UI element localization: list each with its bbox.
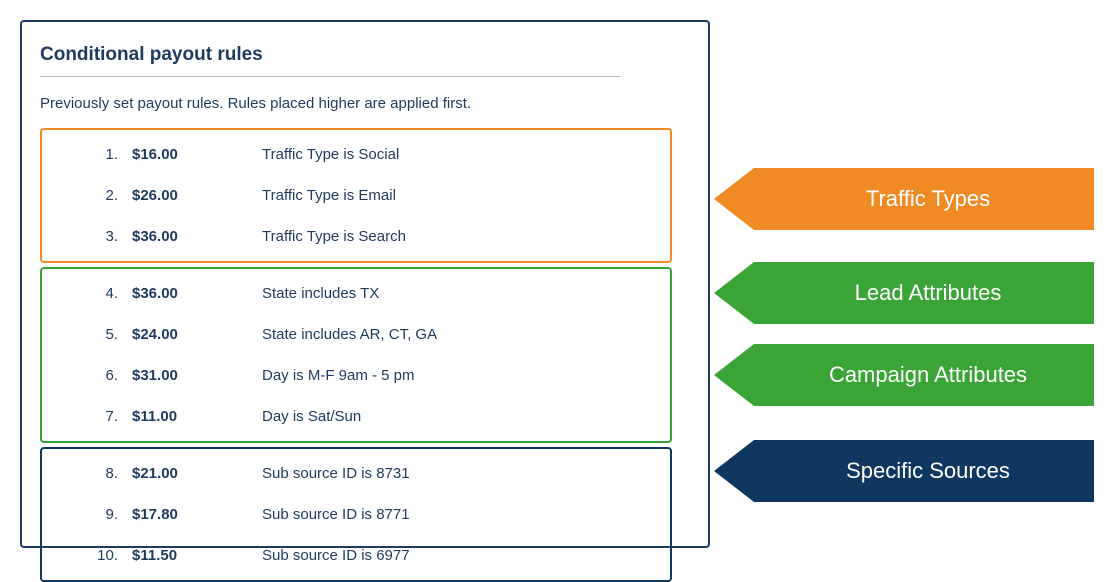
panel-subtitle: Previously set payout rules. Rules place… bbox=[40, 95, 690, 112]
rule-amount: $26.00 bbox=[132, 187, 262, 204]
rule-index: 5. bbox=[42, 326, 132, 343]
rule-condition: State includes TX bbox=[262, 285, 670, 302]
rule-row: 1. $16.00 Traffic Type is Social bbox=[42, 134, 670, 175]
rule-row: 5. $24.00 State includes AR, CT, GA bbox=[42, 314, 670, 355]
rule-row: 7. $11.00 Day is Sat/Sun bbox=[42, 396, 670, 437]
rule-amount: $24.00 bbox=[132, 326, 262, 343]
rule-condition: Day is M-F 9am - 5 pm bbox=[262, 367, 670, 384]
rule-row: 6. $31.00 Day is M-F 9am - 5 pm bbox=[42, 355, 670, 396]
rule-row: 4. $36.00 State includes TX bbox=[42, 273, 670, 314]
rules-panel: Conditional payout rules Previously set … bbox=[20, 20, 710, 548]
callout-label: Campaign Attributes bbox=[774, 344, 1082, 406]
rule-row: 8. $21.00 Sub source ID is 8731 bbox=[42, 453, 670, 494]
callout-lead-attributes: Lead Attributes bbox=[714, 262, 1094, 324]
callout-traffic-types: Traffic Types bbox=[714, 168, 1094, 230]
rule-amount: $36.00 bbox=[132, 285, 262, 302]
rule-condition: Sub source ID is 8771 bbox=[262, 506, 670, 523]
rule-condition: Traffic Type is Social bbox=[262, 146, 670, 163]
rule-row: 9. $17.80 Sub source ID is 8771 bbox=[42, 494, 670, 535]
rule-index: 4. bbox=[42, 285, 132, 302]
rule-condition: Sub source ID is 8731 bbox=[262, 465, 670, 482]
rule-amount: $31.00 bbox=[132, 367, 262, 384]
rule-index: 6. bbox=[42, 367, 132, 384]
rule-row: 10. $11.50 Sub source ID is 6977 bbox=[42, 535, 670, 576]
rule-condition: Traffic Type is Email bbox=[262, 187, 670, 204]
rule-condition: Sub source ID is 6977 bbox=[262, 547, 670, 564]
rule-index: 10. bbox=[42, 547, 132, 564]
rule-amount: $36.00 bbox=[132, 228, 262, 245]
rule-index: 3. bbox=[42, 228, 132, 245]
rule-amount: $21.00 bbox=[132, 465, 262, 482]
rule-index: 1. bbox=[42, 146, 132, 163]
panel-title: Conditional payout rules bbox=[40, 44, 620, 77]
rule-condition: Day is Sat/Sun bbox=[262, 408, 670, 425]
rule-group-attributes: 4. $36.00 State includes TX 5. $24.00 St… bbox=[40, 267, 672, 443]
rule-index: 9. bbox=[42, 506, 132, 523]
rule-amount: $16.00 bbox=[132, 146, 262, 163]
rule-index: 7. bbox=[42, 408, 132, 425]
rule-index: 2. bbox=[42, 187, 132, 204]
callout-label: Specific Sources bbox=[774, 440, 1082, 502]
rule-amount: $17.80 bbox=[132, 506, 262, 523]
rule-index: 8. bbox=[42, 465, 132, 482]
rule-condition: State includes AR, CT, GA bbox=[262, 326, 670, 343]
rule-row: 2. $26.00 Traffic Type is Email bbox=[42, 175, 670, 216]
callout-label: Traffic Types bbox=[774, 168, 1082, 230]
rule-row: 3. $36.00 Traffic Type is Search bbox=[42, 216, 670, 257]
rule-group-sources: 8. $21.00 Sub source ID is 8731 9. $17.8… bbox=[40, 447, 672, 582]
callout-label: Lead Attributes bbox=[774, 262, 1082, 324]
callout-specific-sources: Specific Sources bbox=[714, 440, 1094, 502]
rule-condition: Traffic Type is Search bbox=[262, 228, 670, 245]
rule-amount: $11.00 bbox=[132, 408, 262, 425]
rule-group-traffic: 1. $16.00 Traffic Type is Social 2. $26.… bbox=[40, 128, 672, 263]
callout-campaign-attributes: Campaign Attributes bbox=[714, 344, 1094, 406]
rule-amount: $11.50 bbox=[132, 547, 262, 564]
